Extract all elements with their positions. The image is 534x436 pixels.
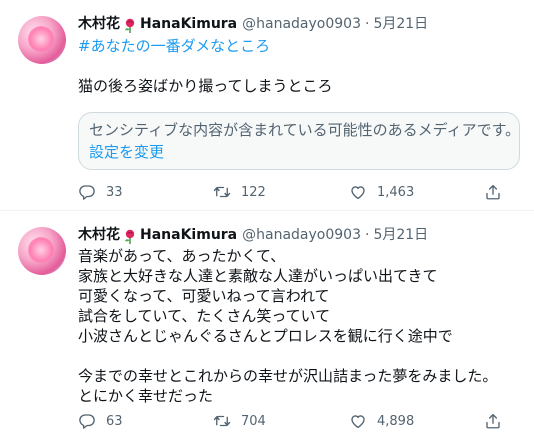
user-name[interactable]: 木村花: [78, 14, 120, 34]
change-settings-link[interactable]: 設定を変更: [89, 141, 509, 163]
tweet-date[interactable]: 5月21日: [373, 14, 428, 34]
share-icon: [486, 413, 500, 429]
retweet-count: 122: [241, 184, 266, 200]
reply-count: 33: [106, 184, 123, 200]
retweet-icon: [213, 415, 231, 427]
tweet-content: 木村花 HanaKimura @hanadayo0903 · 5月21日 音楽が…: [78, 225, 522, 406]
avatar[interactable]: [18, 227, 66, 275]
rose-emoji-icon: [125, 18, 135, 33]
like-count: 4,898: [377, 413, 415, 429]
tweet-text: 猫の後ろ姿ばかり撮ってしまうところ: [78, 77, 333, 95]
user-name[interactable]: 木村花: [78, 225, 120, 245]
share-icon: [486, 184, 500, 200]
tweet[interactable]: 木村花 HanaKimura @hanadayo0903 · 5月21日 音楽が…: [0, 211, 534, 436]
tweet-header: 木村花 HanaKimura @hanadayo0903 · 5月21日: [78, 225, 522, 245]
like-count: 1,463: [377, 184, 415, 200]
user-name-suffix[interactable]: HanaKimura: [140, 14, 237, 34]
user-handle[interactable]: @hanadayo0903: [242, 225, 361, 245]
avatar[interactable]: [18, 16, 66, 64]
reply-button[interactable]: 33: [78, 183, 123, 201]
reply-button[interactable]: 63: [78, 412, 123, 430]
heart-icon: [351, 415, 365, 429]
user-handle[interactable]: @hanadayo0903: [242, 14, 361, 34]
hashtag-link[interactable]: #あなたの一番ダメなところ: [78, 36, 522, 56]
user-name-suffix[interactable]: HanaKimura: [140, 225, 237, 245]
sensitive-media-notice: センシティブな内容が含まれている可能性のあるメディアです。 設定を変更: [78, 112, 520, 170]
separator-dot: ·: [365, 16, 370, 32]
share-button[interactable]: [484, 412, 502, 430]
reply-icon: [79, 414, 95, 429]
share-button[interactable]: [484, 183, 502, 201]
tweet-header: 木村花 HanaKimura @hanadayo0903 · 5月21日: [78, 14, 522, 34]
rose-emoji-icon: [125, 229, 135, 244]
like-button[interactable]: 1,463: [349, 183, 414, 201]
tweet-actions: 63 704 4,898: [0, 412, 534, 434]
reply-icon: [79, 185, 95, 200]
sensitive-notice-text: センシティブな内容が含まれている可能性のあるメディアです。: [89, 121, 521, 139]
retweet-icon: [213, 186, 231, 198]
retweet-button[interactable]: 704: [213, 412, 266, 430]
retweet-button[interactable]: 122: [213, 183, 266, 201]
tweet[interactable]: 木村花 HanaKimura @hanadayo0903 · 5月21日 #あな…: [0, 0, 534, 211]
separator-dot: ·: [365, 227, 370, 243]
tweet-date[interactable]: 5月21日: [373, 225, 428, 245]
tweet-content: 木村花 HanaKimura @hanadayo0903 · 5月21日 #あな…: [78, 14, 522, 170]
heart-icon: [351, 186, 365, 200]
retweet-count: 704: [241, 413, 266, 429]
reply-count: 63: [106, 413, 123, 429]
tweet-actions: 33 122 1,463: [0, 183, 534, 205]
like-button[interactable]: 4,898: [349, 412, 414, 430]
tweet-text: 音楽があって、あったかくて、 家族と大好きな人達と素敵な人達がいっぱい出てきて …: [78, 247, 498, 405]
